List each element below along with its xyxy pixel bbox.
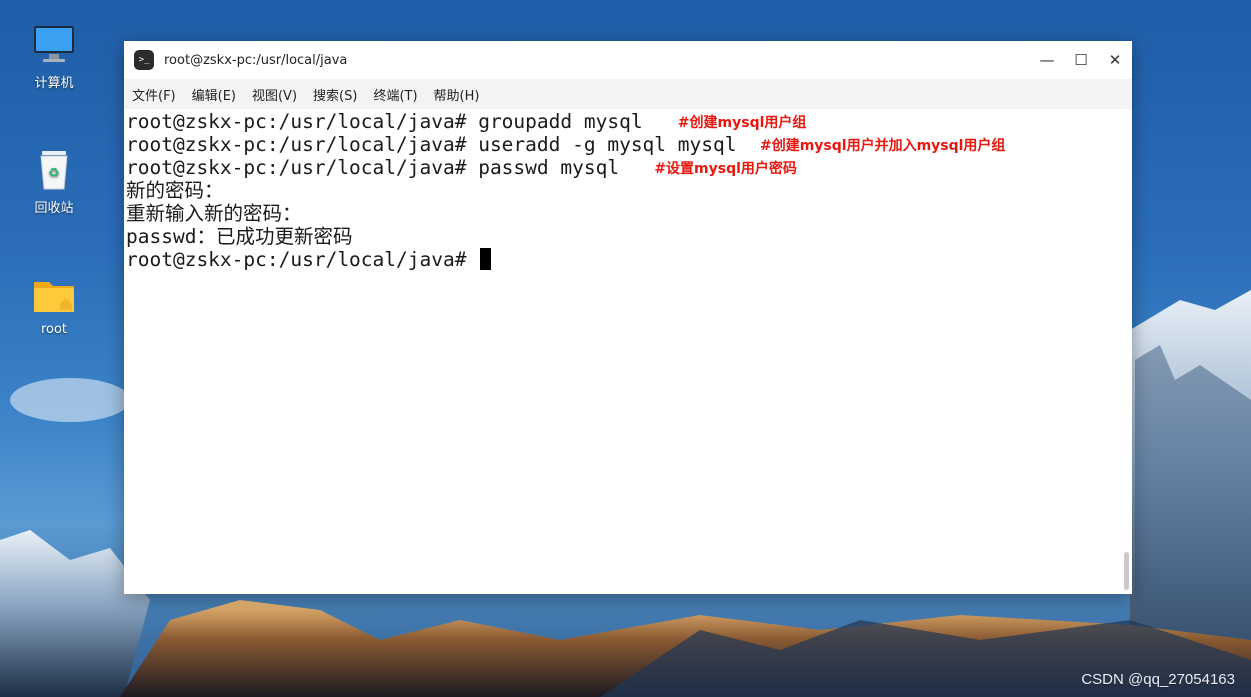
terminal-line: root@zskx-pc:/usr/local/java# groupadd m… xyxy=(126,110,1130,133)
home-folder-icon xyxy=(34,282,74,312)
output-text: 重新输入新的密码： xyxy=(126,202,302,225)
desktop-icon-label: 计算机 xyxy=(34,76,74,91)
menu-view[interactable]: 视图(V) xyxy=(252,85,305,104)
computer-icon xyxy=(34,26,74,62)
command-text: root@zskx-pc:/usr/local/java# groupadd m… xyxy=(126,110,643,133)
annotation-comment: #设置mysql用户密码 xyxy=(654,161,797,177)
desktop-icon-label: 回收站 xyxy=(34,201,74,216)
terminal-prompt-line: root@zskx-pc:/usr/local/java# xyxy=(126,248,1130,271)
command-text: root@zskx-pc:/usr/local/java# useradd -g… xyxy=(126,133,737,156)
prompt-text: root@zskx-pc:/usr/local/java# xyxy=(126,248,479,271)
menu-bar: 文件(F) 编辑(E) 视图(V) 搜索(S) 终端(T) 帮助(H) xyxy=(124,79,1132,109)
scrollbar[interactable] xyxy=(1124,552,1129,590)
menu-help[interactable]: 帮助(H) xyxy=(434,85,488,104)
menu-search[interactable]: 搜索(S) xyxy=(313,85,365,104)
terminal-line: passwd：已成功更新密码 xyxy=(126,225,1130,248)
annotation-comment: #创建mysql用户组 xyxy=(677,115,807,131)
terminal-line: 重新输入新的密码： xyxy=(126,202,1130,225)
desktop-icon-root-folder[interactable]: root xyxy=(14,272,94,337)
terminal-line: 新的密码： xyxy=(126,179,1130,202)
menu-edit[interactable]: 编辑(E) xyxy=(192,85,244,104)
window-controls: — ☐ ✕ xyxy=(1030,41,1132,79)
annotation-comment: #创建mysql用户并加入mysql用户组 xyxy=(759,138,1006,154)
output-text: passwd：已成功更新密码 xyxy=(126,225,353,248)
desktop-icon-computer[interactable]: 计算机 xyxy=(14,22,94,91)
close-button[interactable]: ✕ xyxy=(1098,41,1132,79)
terminal-line: root@zskx-pc:/usr/local/java# passwd mys… xyxy=(126,156,1130,179)
terminal-line: root@zskx-pc:/usr/local/java# useradd -g… xyxy=(126,133,1130,156)
svg-text:♻: ♻ xyxy=(48,166,60,181)
menu-terminal[interactable]: 终端(T) xyxy=(373,85,425,104)
desktop-icon-trash[interactable]: ♻ 回收站 xyxy=(14,147,94,216)
window-title: root@zskx-pc:/usr/local/java xyxy=(164,52,348,68)
desktop-icon-label: root xyxy=(40,322,68,337)
maximize-button[interactable]: ☐ xyxy=(1064,41,1098,79)
output-text: 新的密码： xyxy=(126,179,224,202)
terminal-output[interactable]: root@zskx-pc:/usr/local/java# groupadd m… xyxy=(124,109,1132,594)
window-titlebar[interactable]: >_ root@zskx-pc:/usr/local/java — ☐ ✕ xyxy=(124,41,1132,79)
terminal-window: >_ root@zskx-pc:/usr/local/java — ☐ ✕ 文件… xyxy=(124,41,1132,594)
text-cursor xyxy=(480,248,492,270)
terminal-app-icon: >_ xyxy=(134,50,154,70)
recycle-bin-icon: ♻ xyxy=(40,151,68,190)
menu-file[interactable]: 文件(F) xyxy=(132,85,184,104)
minimize-button[interactable]: — xyxy=(1030,41,1064,79)
watermark: CSDN @qq_27054163 xyxy=(1081,671,1235,688)
command-text: root@zskx-pc:/usr/local/java# passwd mys… xyxy=(126,156,620,179)
